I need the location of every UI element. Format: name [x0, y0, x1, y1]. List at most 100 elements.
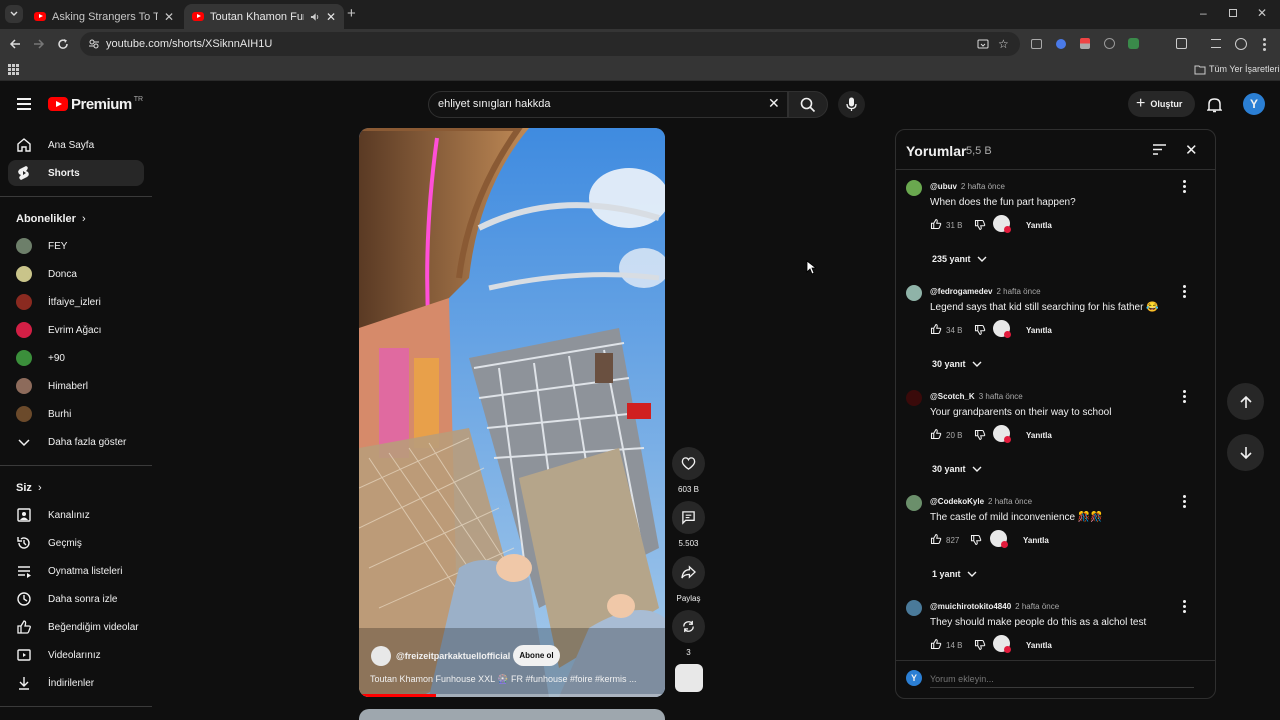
all-bookmarks-link[interactable]: Tüm Yer İşaretleri — [1209, 64, 1280, 74]
view-replies-button[interactable]: 30 yanıt — [932, 359, 982, 369]
reply-button[interactable]: Yanıtla — [1026, 221, 1052, 230]
forward-icon[interactable] — [33, 38, 45, 50]
like-comment-icon[interactable] — [930, 638, 942, 650]
sidebar-item-subscription[interactable]: Himaberl — [8, 373, 144, 399]
sidebar-item-subscription[interactable]: Evrim Ağacı — [8, 317, 144, 343]
dislike-comment-icon[interactable] — [974, 324, 986, 336]
comments-button[interactable] — [672, 501, 705, 534]
apps-grid-icon[interactable] — [8, 64, 19, 75]
back-icon[interactable] — [9, 38, 21, 50]
cast-icon[interactable] — [977, 38, 989, 50]
extension-icon[interactable] — [1128, 38, 1139, 49]
commenter-avatar[interactable] — [906, 285, 922, 301]
tab-search-icon[interactable] — [5, 5, 23, 23]
sidebar-item-your-videos[interactable]: Videolarınız — [8, 642, 144, 668]
sidebar-item-shorts[interactable]: Shorts — [8, 160, 144, 186]
account-avatar[interactable]: Y — [1243, 93, 1265, 115]
next-short-button[interactable] — [1227, 434, 1264, 471]
comment-more-icon[interactable] — [1183, 600, 1187, 614]
comment-time[interactable]: 3 hafta önce — [979, 392, 1023, 401]
like-comment-icon[interactable] — [930, 533, 942, 545]
comment-time[interactable]: 2 hafta önce — [988, 497, 1032, 506]
comment-author[interactable]: @Scotch_K — [930, 392, 975, 401]
tab-asking-strangers[interactable]: Asking Strangers To Transform ✕ — [26, 4, 182, 29]
sidebar-item-liked-videos[interactable]: Beğendiğim videolar — [8, 614, 144, 640]
guide-menu-icon[interactable] — [17, 98, 31, 110]
like-comment-icon[interactable] — [930, 218, 942, 230]
show-more-button[interactable]: Daha fazla göster — [8, 429, 144, 455]
like-button[interactable] — [672, 447, 705, 480]
view-replies-button[interactable]: 30 yanıt — [932, 464, 982, 474]
reply-button[interactable]: Yanıtla — [1026, 431, 1052, 440]
dislike-comment-icon[interactable] — [974, 219, 986, 231]
sidebar-item-your-channel[interactable]: Kanalınız — [8, 502, 144, 528]
comment-more-icon[interactable] — [1183, 180, 1187, 194]
add-comment-input[interactable] — [930, 670, 1194, 688]
sidebar-item-subscription[interactable]: Burhi — [8, 401, 144, 427]
extension-icon[interactable] — [1031, 39, 1042, 49]
like-comment-icon[interactable] — [930, 428, 942, 440]
youtube-premium-logo[interactable]: Premium TR — [48, 95, 143, 113]
sidebar-item-home[interactable]: Ana Sayfa — [8, 132, 144, 158]
comment-more-icon[interactable] — [1183, 285, 1187, 299]
comment-more-icon[interactable] — [1183, 390, 1187, 404]
extension-icon[interactable] — [1104, 38, 1115, 49]
search-button[interactable] — [788, 91, 828, 118]
previous-short-button[interactable] — [1227, 383, 1264, 420]
comment-time[interactable]: 2 hafta önce — [996, 287, 1040, 296]
close-tab-icon[interactable]: ✕ — [164, 10, 174, 24]
comment-time[interactable]: 2 hafta önce — [961, 182, 1005, 191]
site-info-icon[interactable] — [88, 38, 100, 50]
comment-author[interactable]: @CodekoKyle — [930, 497, 984, 506]
comment-author[interactable]: @ubuv — [930, 182, 957, 191]
commenter-avatar[interactable] — [906, 390, 922, 406]
sidebar-item-subscription[interactable]: FEY — [8, 233, 144, 259]
sidebar-item-subscription[interactable]: İtfaiye_izleri — [8, 289, 144, 315]
dislike-comment-icon[interactable] — [974, 429, 986, 441]
share-button[interactable] — [672, 556, 705, 589]
comment-author[interactable]: @muichirotokito4840 — [930, 602, 1011, 611]
sidebar-item-watch-later[interactable]: Daha sonra izle — [8, 586, 144, 612]
next-short-preview[interactable] — [359, 709, 665, 720]
close-comments-icon[interactable]: ✕ — [1185, 141, 1198, 159]
short-channel-name[interactable]: @freizeitparkaktuellofficial — [396, 651, 510, 661]
minimize-window-icon[interactable]: – — [1200, 7, 1207, 19]
voice-search-button[interactable] — [838, 91, 865, 118]
channel-avatar[interactable] — [371, 646, 391, 666]
commenter-avatar[interactable] — [906, 495, 922, 511]
commenter-avatar[interactable] — [906, 180, 922, 196]
subscribe-button[interactable]: Abone ol — [513, 645, 560, 666]
sidebar-item-playlists[interactable]: Oynatma listeleri — [8, 558, 144, 584]
sidebar-item-downloads[interactable]: İndirilenler — [8, 670, 144, 696]
sidebar-item-history[interactable]: Geçmiş — [8, 530, 144, 556]
short-video-player[interactable]: @freizeitparkaktuellofficial Abone ol To… — [359, 128, 665, 697]
profile-icon[interactable] — [1235, 38, 1247, 50]
dislike-comment-icon[interactable] — [974, 639, 986, 651]
view-replies-button[interactable]: 1 yanıt — [932, 569, 977, 579]
comment-time[interactable]: 2 hafta önce — [1015, 602, 1059, 611]
like-comment-icon[interactable] — [930, 323, 942, 335]
you-heading[interactable]: Siz › — [16, 482, 42, 494]
sort-icon[interactable] — [1152, 143, 1167, 156]
sound-thumbnail[interactable] — [675, 664, 703, 692]
url-field[interactable]: youtube.com/shorts/XSiknnAIH1U ☆ — [80, 32, 1020, 56]
remix-button[interactable] — [672, 610, 705, 643]
extension-icon[interactable] — [1056, 39, 1066, 49]
reload-icon[interactable] — [57, 38, 69, 50]
dislike-comment-icon[interactable] — [970, 534, 982, 546]
chrome-menu-icon[interactable] — [1263, 38, 1266, 53]
sidebar-item-subscription[interactable]: Donca — [8, 261, 144, 287]
view-replies-button[interactable]: 235 yanıt — [932, 254, 987, 264]
reply-button[interactable]: Yanıtla — [1026, 641, 1052, 650]
extension-icon[interactable] — [1080, 38, 1090, 49]
reply-button[interactable]: Yanıtla — [1026, 326, 1052, 335]
bookmark-star-icon[interactable]: ☆ — [998, 37, 1009, 51]
commenter-avatar[interactable] — [906, 600, 922, 616]
tab-toutan-khamon[interactable]: Toutan Khamon Funhouse ✕ — [184, 4, 344, 29]
restore-window-icon[interactable] — [1229, 9, 1237, 17]
comment-more-icon[interactable] — [1183, 495, 1187, 509]
clear-search-icon[interactable]: ✕ — [768, 95, 780, 112]
create-button[interactable]: + Oluştur — [1128, 91, 1195, 117]
reading-list-icon[interactable] — [1211, 39, 1221, 48]
close-window-icon[interactable]: ✕ — [1257, 7, 1267, 19]
